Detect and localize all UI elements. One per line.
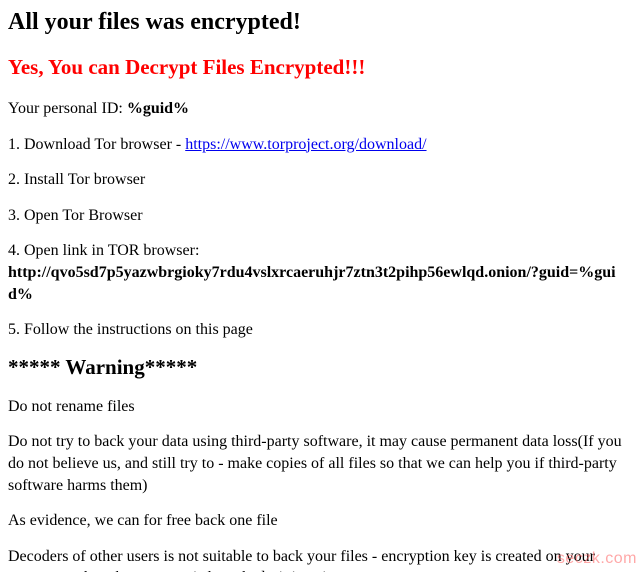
personal-id-line: Your personal ID: %guid% <box>8 98 635 120</box>
step-2: 2. Install Tor browser <box>8 169 635 191</box>
personal-id-value: %guid% <box>127 100 189 117</box>
warning-3: As evidence, we can for free back one fi… <box>8 510 635 532</box>
tor-download-link[interactable]: https://www.torproject.org/download/ <box>185 136 426 153</box>
step-5: 5. Follow the instructions on this page <box>8 319 635 341</box>
warning-heading: ***** Warning***** <box>8 355 635 380</box>
step-4-url: http://qvo5sd7p5yazwbrgioky7rdu4vslxrcae… <box>8 264 616 303</box>
step-4: 4. Open link in TOR browser: http://qvo5… <box>8 240 635 305</box>
step-3: 3. Open Tor Browser <box>8 205 635 227</box>
step-1: 1. Download Tor browser - https://www.to… <box>8 134 635 156</box>
personal-id-label: Your personal ID: <box>8 100 127 117</box>
subtitle: Yes, You can Decrypt Files Encrypted!!! <box>8 55 635 80</box>
title: All your files was encrypted! <box>8 8 635 37</box>
warning-2: Do not try to back your data using third… <box>8 431 635 496</box>
warning-4: Decoders of other users is not suitable … <box>8 546 635 572</box>
document-body: All your files was encrypted! Yes, You c… <box>0 0 643 572</box>
step-1-prefix: 1. Download Tor browser - <box>8 136 185 153</box>
step-4-label: 4. Open link in TOR browser: <box>8 242 199 259</box>
warning-1: Do not rename files <box>8 396 635 418</box>
